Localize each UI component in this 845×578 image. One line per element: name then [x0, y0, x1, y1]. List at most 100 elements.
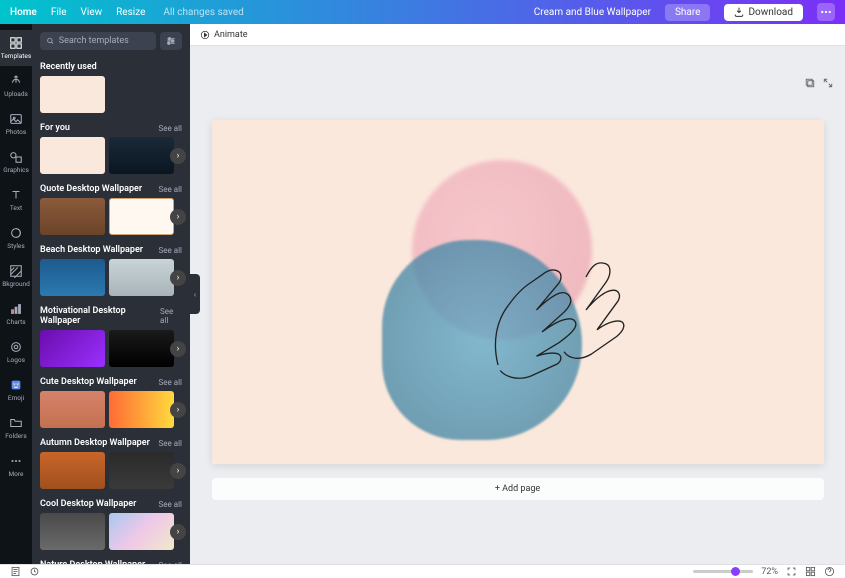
hands-lineart: [432, 200, 652, 420]
section-title: Motivational Desktop Wallpaper: [40, 306, 160, 326]
canvas-page[interactable]: [212, 120, 824, 464]
template-thumb[interactable]: [40, 198, 105, 235]
top-menu-bar: Home File View Resize All changes saved …: [0, 0, 845, 24]
resize-menu[interactable]: Resize: [116, 7, 145, 18]
row-next-button[interactable]: ›: [170, 148, 186, 164]
zoom-value: 72%: [761, 567, 778, 577]
expand-icon: [822, 77, 834, 89]
search-box[interactable]: [40, 32, 156, 50]
panel-search-row: [32, 24, 190, 58]
file-menu[interactable]: File: [51, 7, 67, 18]
section-quote: Quote Desktop Wallpaper See all ›: [40, 180, 182, 235]
row-next-button[interactable]: ›: [170, 270, 186, 286]
rail-uploads[interactable]: Uploads: [0, 68, 32, 104]
more-icon: [9, 454, 23, 468]
rail-more[interactable]: More: [0, 448, 32, 484]
template-thumb[interactable]: [109, 391, 174, 428]
rail-charts[interactable]: Charts: [0, 296, 32, 332]
document-title[interactable]: Cream and Blue Wallpaper: [534, 7, 651, 18]
see-all-link[interactable]: See all: [159, 378, 182, 387]
canvas-area: Animate + Add page: [190, 24, 845, 564]
zoom-slider-knob[interactable]: [731, 567, 740, 576]
section-title: For you: [40, 123, 70, 133]
template-thumb[interactable]: [40, 330, 105, 367]
canvas-viewport[interactable]: + Add page: [190, 46, 845, 564]
rail-label: Bkground: [2, 280, 30, 288]
add-page-button[interactable]: + Add page: [212, 478, 824, 500]
template-thumb[interactable]: [109, 513, 174, 550]
search-input[interactable]: [59, 36, 150, 46]
duration-button[interactable]: [29, 566, 40, 577]
see-all-link[interactable]: See all: [159, 124, 182, 133]
folders-icon: [9, 416, 23, 430]
row-next-button[interactable]: ›: [170, 209, 186, 225]
template-thumb[interactable]: [109, 330, 174, 367]
rail-label: Charts: [6, 318, 25, 326]
row-next-button[interactable]: ›: [170, 402, 186, 418]
home-menu[interactable]: Home: [10, 7, 37, 18]
row-next-button[interactable]: ›: [170, 524, 186, 540]
rail-text[interactable]: Text: [0, 182, 32, 218]
rail-graphics[interactable]: Graphics: [0, 144, 32, 180]
section-title: Autumn Desktop Wallpaper: [40, 438, 150, 448]
notes-button[interactable]: [10, 566, 21, 577]
template-thumb[interactable]: [40, 137, 105, 174]
rail-folders[interactable]: Folders: [0, 410, 32, 446]
rail-photos[interactable]: Photos: [0, 106, 32, 142]
template-thumb[interactable]: [40, 391, 105, 428]
template-thumb[interactable]: [109, 198, 174, 235]
rail-logos[interactable]: Logos: [0, 334, 32, 370]
uploads-icon: [9, 74, 23, 88]
section-recently-used: Recently used: [40, 58, 182, 113]
rail-templates[interactable]: Templates: [0, 30, 32, 66]
see-all-link[interactable]: See all: [159, 246, 182, 255]
duplicate-page-button[interactable]: [803, 76, 817, 90]
expand-page-button[interactable]: [821, 76, 835, 90]
template-thumb[interactable]: [40, 513, 105, 550]
template-thumb[interactable]: [40, 259, 105, 296]
zoom-slider[interactable]: [693, 570, 753, 573]
graphics-icon: [9, 150, 23, 164]
rail-background[interactable]: Bkground: [0, 258, 32, 294]
see-all-link[interactable]: See all: [160, 307, 182, 325]
rail-label: Emoji: [8, 394, 24, 402]
panel-scroll[interactable]: Recently used For you See all ›: [32, 58, 190, 564]
help-button[interactable]: [824, 566, 835, 577]
see-all-link[interactable]: See all: [159, 500, 182, 509]
fullscreen-button[interactable]: [786, 566, 797, 577]
row-next-button[interactable]: ›: [170, 341, 186, 357]
download-button[interactable]: Download: [724, 4, 803, 21]
section-beach: Beach Desktop Wallpaper See all ›: [40, 241, 182, 296]
search-icon: [46, 36, 55, 46]
template-thumb[interactable]: [40, 452, 105, 489]
rail-label: Logos: [7, 356, 25, 364]
share-button[interactable]: Share: [665, 4, 710, 21]
view-menu[interactable]: View: [81, 7, 103, 18]
rail-styles[interactable]: Styles: [0, 220, 32, 256]
canvas-page-actions: [803, 76, 835, 90]
see-all-link[interactable]: See all: [159, 561, 182, 565]
rail-label: Text: [10, 204, 22, 212]
rail-emoji[interactable]: Emoji: [0, 372, 32, 408]
rail-label: Styles: [7, 242, 24, 250]
section-for-you: For you See all ›: [40, 119, 182, 174]
template-thumb[interactable]: [109, 137, 174, 174]
row-next-button[interactable]: ›: [170, 463, 186, 479]
rail-label: Photos: [6, 128, 27, 136]
animate-button[interactable]: Animate: [200, 30, 248, 40]
template-thumb[interactable]: [109, 259, 174, 296]
left-nav-rail: Templates Uploads Photos Graphics Text S…: [0, 24, 32, 564]
charts-icon: [9, 302, 23, 316]
templates-panel: Recently used For you See all ›: [32, 24, 190, 564]
template-thumb[interactable]: [109, 452, 174, 489]
see-all-link[interactable]: See all: [159, 185, 182, 194]
search-settings-button[interactable]: [160, 32, 182, 50]
play-icon: [200, 30, 210, 40]
grid-view-button[interactable]: [805, 566, 816, 577]
template-thumb[interactable]: [40, 76, 105, 113]
grid-icon: [805, 566, 816, 577]
more-button[interactable]: [817, 3, 835, 21]
see-all-link[interactable]: See all: [159, 439, 182, 448]
text-icon: [9, 188, 23, 202]
photos-icon: [9, 112, 23, 126]
